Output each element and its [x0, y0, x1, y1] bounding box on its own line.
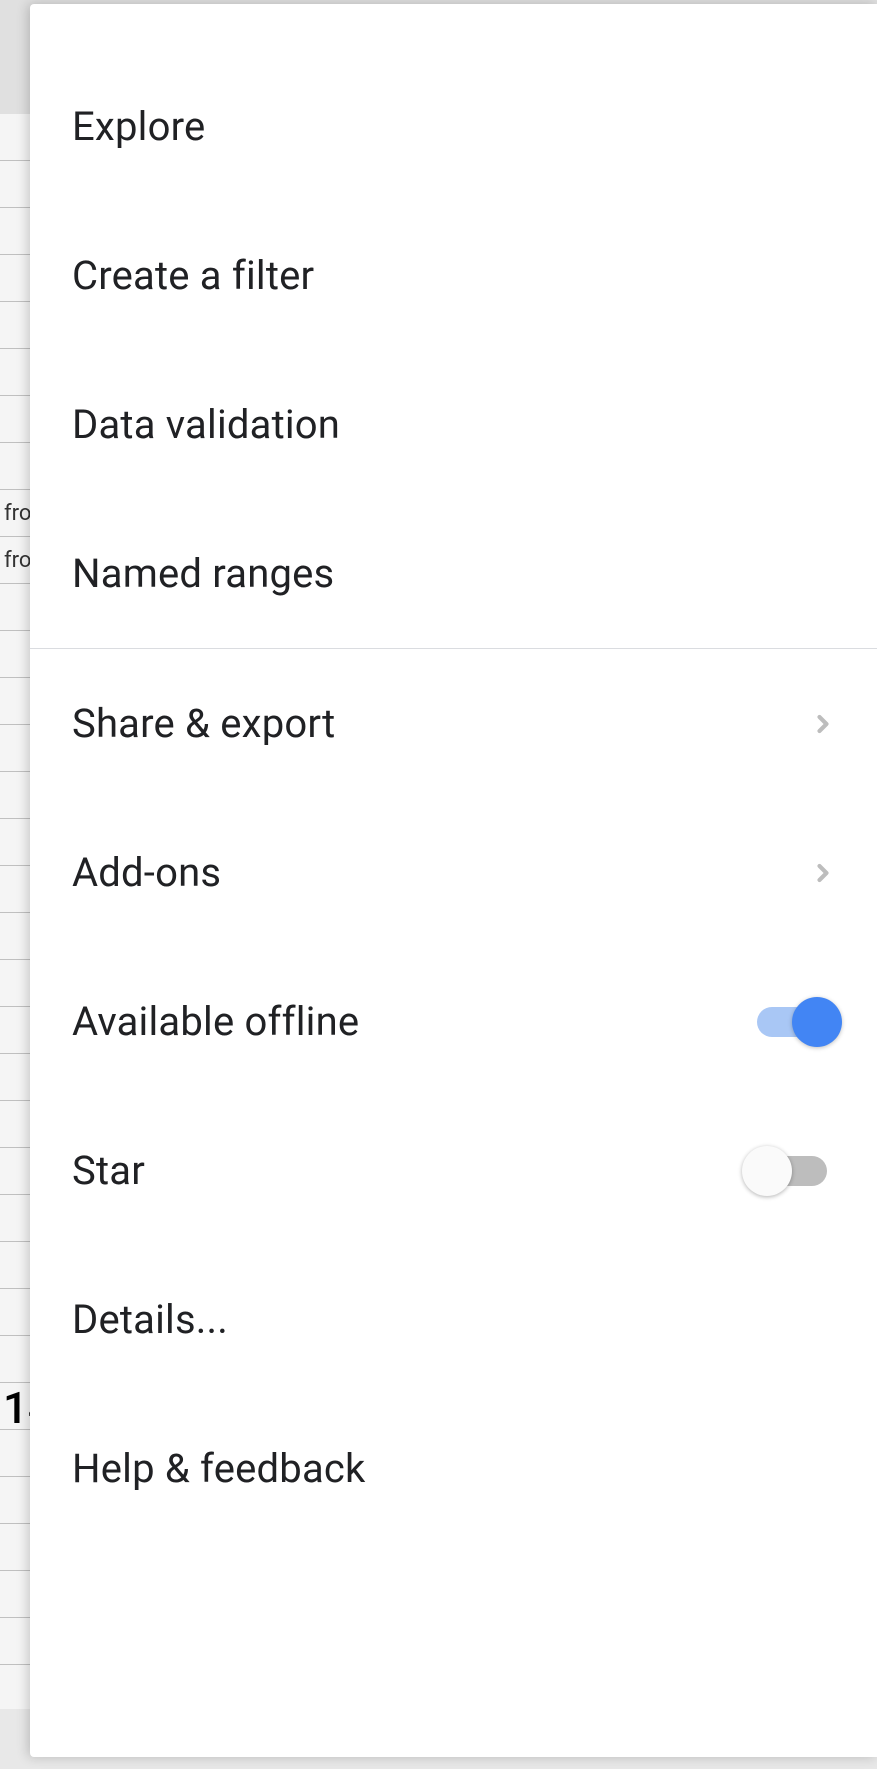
menu-item-label: Named ranges [72, 550, 334, 597]
chevron-right-icon [809, 710, 837, 738]
chevron-right-icon [809, 859, 837, 887]
menu-item-label: Data validation [72, 401, 340, 448]
star-toggle[interactable] [747, 1146, 837, 1196]
menu-item-star[interactable]: Star [30, 1096, 877, 1245]
menu-item-named-ranges[interactable]: Named ranges [30, 499, 877, 648]
background-cell-text: fro [4, 548, 31, 573]
menu-item-data-validation[interactable]: Data validation [30, 350, 877, 499]
menu-item-label: Create a filter [72, 252, 314, 299]
menu-item-add-ons[interactable]: Add-ons [30, 798, 877, 947]
menu-item-share-export[interactable]: Share & export [30, 649, 877, 798]
menu-item-label: Explore [72, 103, 205, 150]
toggle-thumb [742, 1146, 792, 1196]
menu-item-create-filter[interactable]: Create a filter [30, 201, 877, 350]
menu-item-label: Help & feedback [72, 1445, 366, 1492]
menu-item-label: Details... [72, 1296, 228, 1343]
menu-item-help-feedback[interactable]: Help & feedback [30, 1394, 877, 1543]
toggle-thumb [792, 997, 842, 1047]
available-offline-toggle[interactable] [747, 997, 837, 1047]
menu-item-label: Available offline [72, 998, 359, 1045]
menu-item-label: Add-ons [72, 849, 221, 896]
menu-item-details[interactable]: Details... [30, 1245, 877, 1394]
menu-item-label: Star [72, 1147, 145, 1194]
menu-item-available-offline[interactable]: Available offline [30, 947, 877, 1096]
overflow-menu: Explore Create a filter Data validation … [30, 4, 877, 1757]
menu-item-explore[interactable]: Explore [30, 52, 877, 201]
menu-item-label: Share & export [72, 700, 335, 747]
background-cell-text: fro [4, 501, 31, 526]
